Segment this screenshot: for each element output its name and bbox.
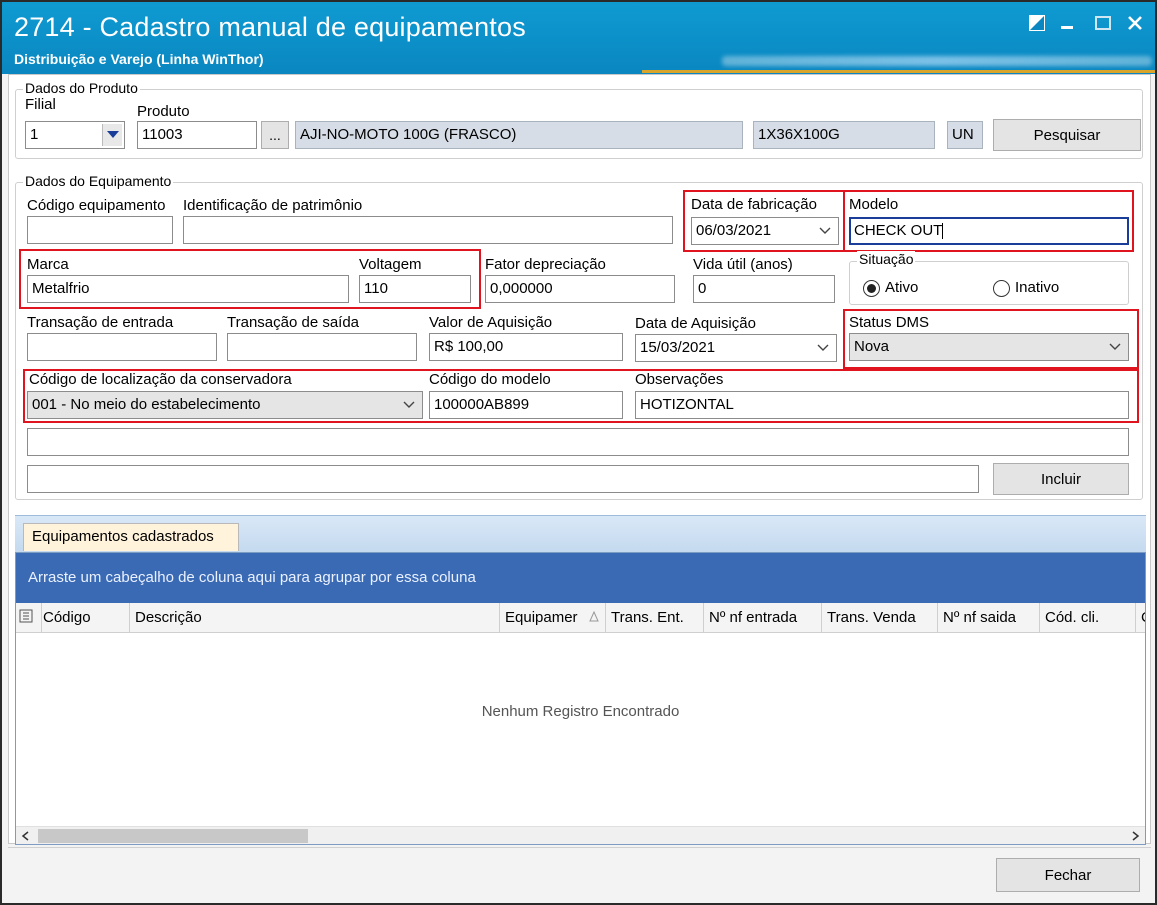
chevron-down-icon[interactable] [816, 340, 830, 354]
column-header-nf-entrada[interactable]: Nº nf entrada [704, 603, 822, 633]
codigo-equipamento-input[interactable] [27, 216, 173, 244]
data-aquisicao-value: 15/03/2021 [640, 339, 716, 356]
filial-label: Filial [25, 96, 56, 113]
transacao-entrada-input[interactable] [27, 333, 217, 361]
title-accent-line [642, 70, 1155, 73]
highlight-status-dms [843, 309, 1139, 369]
minimize-icon[interactable] [1054, 10, 1080, 36]
column-header-cod-cli[interactable]: Cód. cli. [1040, 603, 1136, 633]
chevron-right-icon[interactable] [1129, 830, 1141, 842]
main-window: 2714 - Cadastro manual de equipamentos D… [0, 0, 1157, 905]
produto-group-title: Dados do Produto [23, 80, 140, 96]
incluir-input[interactable] [27, 465, 979, 493]
grid-horizontal-scrollbar[interactable] [16, 826, 1145, 844]
window-title: 2714 - Cadastro manual de equipamentos [14, 12, 526, 42]
tab-equipamentos-cadastrados[interactable]: Equipamentos cadastrados [23, 523, 239, 551]
equipamentos-grid[interactable]: Arraste um cabeçalho de coluna aqui para… [15, 552, 1146, 845]
scrollbar-thumb[interactable] [38, 829, 308, 843]
inativo-radio[interactable] [993, 280, 1010, 297]
user-info-blurred [722, 56, 1152, 66]
restore-icon[interactable] [1024, 10, 1050, 36]
vida-util-label: Vida útil (anos) [693, 256, 793, 273]
column-header-trans-venda[interactable]: Trans. Venda [822, 603, 938, 633]
group-by-panel[interactable]: Arraste um cabeçalho de coluna aqui para… [16, 553, 1145, 603]
column-header-nf-saida[interactable]: Nº nf saida [938, 603, 1040, 633]
column-header-more[interactable]: C [1136, 603, 1145, 633]
column-header-descricao[interactable]: Descrição [130, 603, 500, 633]
pesquisar-button[interactable]: Pesquisar [993, 119, 1141, 151]
fechar-button[interactable]: Fechar [996, 858, 1140, 892]
filial-value: 1 [30, 126, 39, 143]
highlight-localizacao-row [23, 369, 1139, 423]
close-icon[interactable] [1122, 10, 1148, 36]
ativo-label[interactable]: Ativo [885, 279, 918, 296]
highlight-modelo [843, 190, 1134, 252]
patrimonio-label: Identificação de patrimônio [183, 197, 363, 214]
transacao-saida-label: Transação de saída [227, 314, 360, 331]
data-aquisicao-label: Data de Aquisição [635, 315, 756, 332]
produto-search-ellipsis-button[interactable]: ... [261, 121, 289, 149]
highlight-marca-voltagem [19, 249, 481, 309]
vida-util-input[interactable]: 0 [693, 275, 835, 303]
maximize-icon[interactable] [1090, 10, 1116, 36]
chevron-left-icon[interactable] [20, 830, 32, 842]
produto-description-field: AJI-NO-MOTO 100G (FRASCO) [295, 121, 743, 149]
patrimonio-input[interactable] [183, 216, 673, 244]
data-aquisicao-picker[interactable]: 15/03/2021 [635, 334, 837, 362]
column-header-equipamento-label: Equipamer [505, 609, 578, 626]
fator-depreciacao-input[interactable]: 0,000000 [485, 275, 675, 303]
ativo-radio[interactable] [863, 280, 880, 297]
transacao-saida-input[interactable] [227, 333, 417, 361]
sort-ascending-icon [589, 611, 599, 622]
footer-bar: Fechar [8, 847, 1151, 901]
column-header-trans-ent[interactable]: Trans. Ent. [606, 603, 704, 633]
form-content: Dados do Produto Filial 1 Produto 11003 … [8, 74, 1151, 845]
filial-select[interactable]: 1 [25, 121, 125, 149]
grid-empty-message: Nenhum Registro Encontrado [481, 703, 680, 720]
transacao-entrada-label: Transação de entrada [27, 314, 174, 331]
observacoes-extra-input[interactable] [27, 428, 1129, 456]
inativo-label[interactable]: Inativo [1015, 279, 1059, 296]
fator-depreciacao-label: Fator depreciação [485, 256, 606, 273]
chevron-down-icon [107, 131, 119, 138]
highlight-data-fabricacao [683, 190, 845, 252]
produto-unidade-field: UN [947, 121, 983, 149]
title-bar[interactable]: 2714 - Cadastro manual de equipamentos D… [2, 2, 1155, 74]
grid-column-header-row: Código Descrição Equipamer Trans. Ent. N… [16, 603, 1145, 633]
column-header-codigo[interactable]: Código [38, 603, 130, 633]
produto-label: Produto [137, 103, 190, 120]
valor-aquisicao-label: Valor de Aquisição [429, 314, 553, 331]
column-header-equipamento[interactable]: Equipamer [500, 603, 606, 633]
equipamento-group-title: Dados do Equipamento [23, 173, 174, 189]
produto-code-input[interactable]: 11003 [137, 121, 257, 149]
filial-dropdown-button[interactable] [102, 124, 122, 146]
valor-aquisicao-input[interactable]: R$ 100,00 [429, 333, 623, 361]
codigo-equipamento-label: Código equipamento [27, 197, 166, 214]
incluir-button[interactable]: Incluir [993, 463, 1129, 495]
produto-embalagem-field: 1X36X100G [753, 121, 935, 149]
window-subtitle: Distribuição e Varejo (Linha WinThor) [14, 51, 264, 67]
situacao-label: Situação [857, 251, 916, 267]
